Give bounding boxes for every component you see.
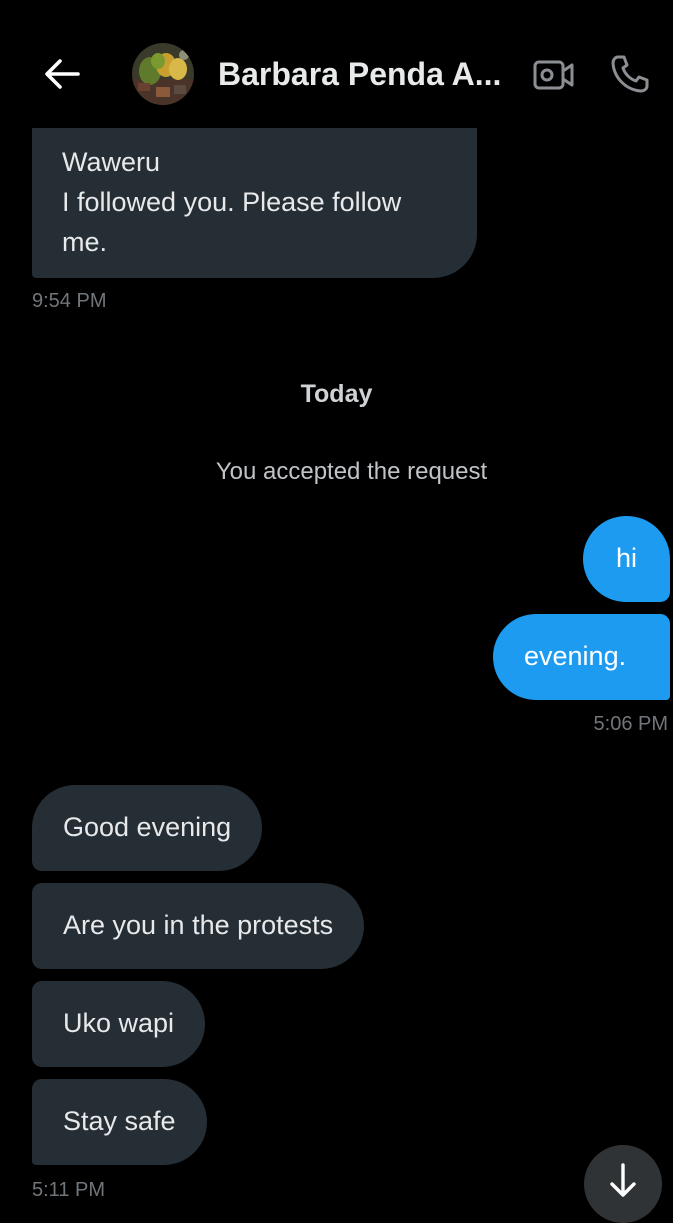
message-timestamp: 5:06 PM: [593, 713, 668, 735]
message-bubble-outgoing[interactable]: evening.: [493, 614, 670, 700]
message-timestamp: 9:54 PM: [32, 290, 107, 312]
message-bubble-incoming[interactable]: Uko wapi: [32, 981, 206, 1067]
conversation-header: Barbara Penda A...: [0, 0, 673, 128]
video-camera-icon: [533, 60, 574, 90]
message-bubble-outgoing[interactable]: hi: [583, 516, 670, 602]
message-timestamp: 5:11 PM: [32, 1179, 105, 1201]
message-text: Waweru: [62, 147, 161, 177]
message-text: Are you in the protests: [63, 910, 334, 940]
message-bubble-incoming[interactable]: Good evening: [32, 785, 263, 871]
message-text: Good evening: [63, 812, 232, 842]
message-bubble-incoming[interactable]: Are you in the protests: [32, 883, 365, 969]
message-text: Uko wapi: [63, 1008, 175, 1038]
arrow-left-icon: [45, 59, 80, 89]
message-text: I followed you. Please follow me.: [62, 187, 402, 257]
back-button[interactable]: [40, 54, 84, 94]
phone-icon: [611, 55, 649, 93]
message-text: evening.: [524, 641, 627, 671]
message-bubble-incoming[interactable]: Waweru I followed you. Please follow me.: [32, 128, 477, 278]
message-text: hi: [615, 543, 637, 573]
arrow-down-icon: [610, 1163, 636, 1197]
system-note: You accepted the request: [215, 458, 488, 485]
date-separator: Today: [300, 380, 373, 408]
message-bubble-incoming[interactable]: Stay safe: [32, 1079, 207, 1165]
voice-call-button[interactable]: [606, 52, 654, 96]
message-text: Stay safe: [63, 1106, 176, 1136]
avatar-image: [132, 43, 194, 105]
avatar[interactable]: [132, 43, 194, 105]
scroll-to-bottom-button[interactable]: [584, 1145, 662, 1223]
contact-name[interactable]: Barbara Penda A...: [218, 56, 501, 92]
video-call-button[interactable]: [530, 55, 578, 95]
